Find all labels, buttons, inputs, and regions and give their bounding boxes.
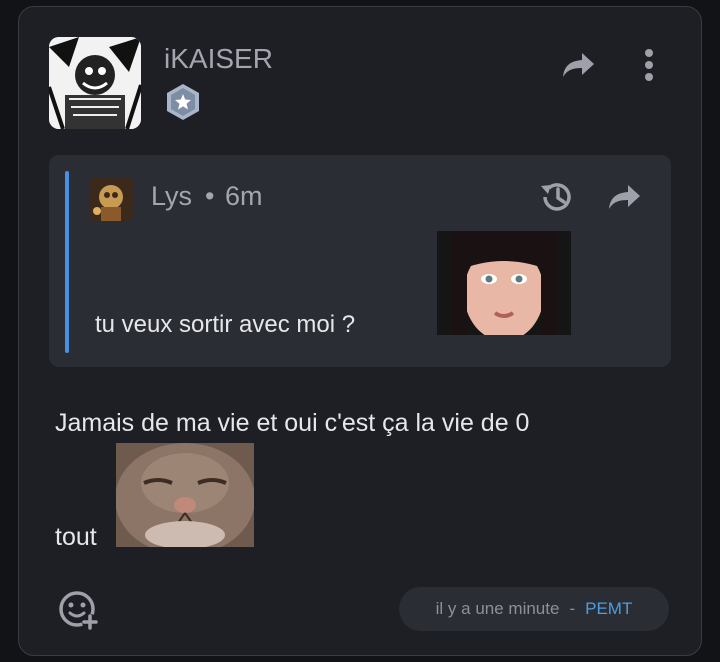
cat-closed-eyes-sticker[interactable] xyxy=(116,443,254,547)
quoted-message[interactable]: Lys • 6m tu veux sortir avec moi ? xyxy=(49,155,671,367)
post-card: iKAISER Lys • 6m tu veux sortir avec moi… xyxy=(18,6,702,656)
quote-time: 6m xyxy=(225,181,263,211)
share-icon[interactable] xyxy=(605,177,645,217)
author-name[interactable]: iKAISER xyxy=(164,43,273,75)
timestamp-pill: il y a une minute - PEMT xyxy=(399,587,669,631)
reply-user-link[interactable]: PEMT xyxy=(585,599,632,619)
reply-text-line-1: Jamais de ma vie et oui c'est ça la vie … xyxy=(55,409,530,437)
quote-author-name[interactable]: Lys xyxy=(151,181,192,212)
quote-separator: • xyxy=(205,181,215,211)
post-time: il y a une minute xyxy=(435,599,560,618)
quote-author-avatar[interactable] xyxy=(89,177,133,221)
history-icon[interactable] xyxy=(535,175,579,219)
author-avatar[interactable] xyxy=(49,37,141,129)
footer-separator: - xyxy=(569,599,576,618)
quote-bar xyxy=(65,171,69,353)
reply-text-line-2: tout xyxy=(55,523,97,551)
girl-selfie-sticker[interactable] xyxy=(437,231,571,335)
add-reaction-icon[interactable] xyxy=(57,589,101,633)
share-icon[interactable] xyxy=(559,45,599,85)
more-options-icon[interactable] xyxy=(637,43,661,87)
quote-text: tu veux sortir avec moi ? xyxy=(95,311,356,338)
star-badge-icon xyxy=(164,83,202,121)
